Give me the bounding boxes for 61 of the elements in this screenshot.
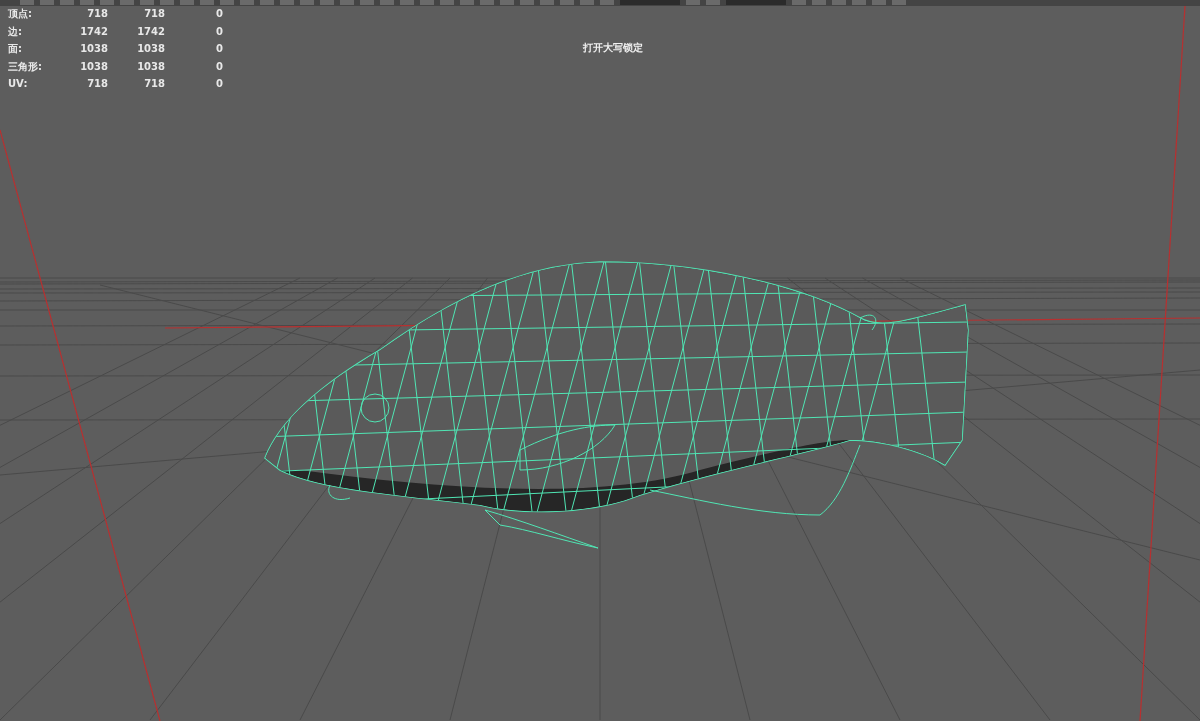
caps-lock-message: 打开大写锁定 [583, 41, 643, 55]
stat-value: 718 [86, 7, 108, 21]
stat-value: 1038 [136, 59, 165, 73]
tool-button[interactable] [40, 0, 54, 5]
tool-button[interactable] [832, 0, 846, 5]
tool-button[interactable] [812, 0, 826, 5]
tool-button[interactable] [500, 0, 514, 5]
tool-button[interactable] [300, 0, 314, 5]
stat-label: 边: [8, 24, 23, 38]
tool-button[interactable] [240, 0, 254, 5]
tool-button[interactable] [180, 0, 194, 5]
tool-button[interactable] [20, 0, 34, 5]
tool-button[interactable] [80, 0, 94, 5]
stat-value: 718 [143, 77, 165, 91]
stat-label: 面: [8, 42, 23, 56]
tool-button[interactable] [160, 0, 174, 5]
tool-button[interactable] [706, 0, 720, 5]
stat-value: 0 [215, 77, 223, 91]
stat-value: 1038 [79, 59, 108, 73]
tool-button[interactable] [480, 0, 494, 5]
tool-button[interactable] [340, 0, 354, 5]
tool-button[interactable] [100, 0, 114, 5]
tool-button[interactable] [200, 0, 214, 5]
tool-button[interactable] [852, 0, 866, 5]
tool-button[interactable] [440, 0, 454, 5]
tool-button[interactable] [360, 0, 374, 5]
tool-button[interactable] [892, 0, 906, 5]
stat-value: 0 [215, 42, 223, 56]
tool-button[interactable] [60, 0, 74, 5]
stat-value: 718 [143, 7, 165, 21]
tool-button[interactable] [686, 0, 700, 5]
tool-button[interactable] [220, 0, 234, 5]
stat-value: 1742 [136, 24, 165, 38]
tool-button[interactable] [260, 0, 274, 5]
stat-label: 顶点: [8, 7, 33, 21]
tool-button[interactable] [420, 0, 434, 5]
tool-button[interactable] [792, 0, 806, 5]
tool-button[interactable] [872, 0, 886, 5]
tool-button[interactable] [280, 0, 294, 5]
tool-button[interactable] [540, 0, 554, 5]
stat-value: 0 [215, 59, 223, 73]
tool-button[interactable] [520, 0, 534, 5]
tool-button[interactable] [120, 0, 134, 5]
tool-button[interactable] [380, 0, 394, 5]
stat-value: 1038 [79, 42, 108, 56]
number-field[interactable] [726, 0, 786, 5]
stat-label: UV: [8, 77, 29, 91]
tool-button[interactable] [140, 0, 154, 5]
tool-button[interactable] [400, 0, 414, 5]
tool-button[interactable] [560, 0, 574, 5]
stat-label: 三角形: [8, 59, 43, 73]
stat-value: 0 [215, 24, 223, 38]
stat-value: 718 [86, 77, 108, 91]
tool-button[interactable] [460, 0, 474, 5]
stat-value: 1742 [79, 24, 108, 38]
stat-value: 1038 [136, 42, 165, 56]
stat-value: 0 [215, 7, 223, 21]
number-field[interactable] [620, 0, 680, 5]
tool-button[interactable] [600, 0, 614, 5]
tool-button[interactable] [580, 0, 594, 5]
tool-button[interactable] [320, 0, 334, 5]
